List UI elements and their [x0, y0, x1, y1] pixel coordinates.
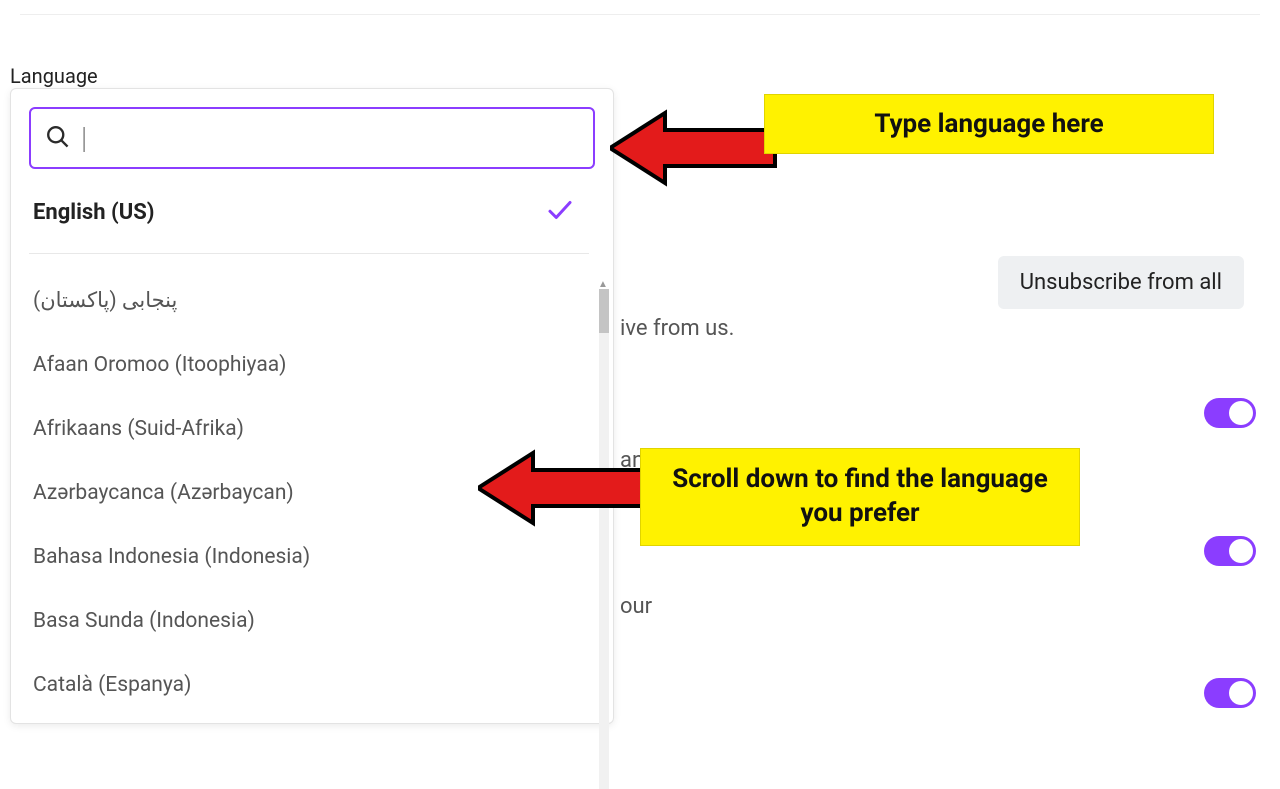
language-dropdown-panel: | English (US) پنجابی (پاکستان) Afaan Or…: [10, 88, 614, 724]
toggle-3[interactable]: [1204, 678, 1256, 708]
callout-type-language: Type language here: [764, 94, 1214, 154]
annotation-arrow-top: [610, 108, 780, 188]
toggle-1[interactable]: [1204, 398, 1256, 428]
text-cursor: |: [81, 121, 88, 156]
language-section-label: Language: [10, 64, 98, 88]
toggle-2[interactable]: [1204, 536, 1256, 566]
language-search-input[interactable]: [87, 122, 579, 154]
language-option[interactable]: پنجابی (پاکستان): [33, 268, 599, 333]
search-icon: [45, 124, 71, 152]
language-option[interactable]: Basa Sunda (Indonesia): [33, 589, 599, 653]
unsubscribe-all-button[interactable]: Unsubscribe from all: [998, 256, 1244, 309]
bg-text-fragment-3: our: [620, 594, 652, 619]
scroll-up-arrow-icon[interactable]: ▲: [598, 279, 610, 289]
selected-language-row[interactable]: English (US): [29, 169, 589, 254]
selected-language-label: English (US): [33, 200, 154, 225]
callout-scroll-language: Scroll down to find the language you pre…: [640, 448, 1080, 546]
scrollbar-thumb[interactable]: [599, 289, 609, 333]
language-option[interactable]: Bahasa Indonesia (Indonesia): [33, 525, 599, 589]
annotation-arrow-bottom: [478, 448, 648, 528]
language-option[interactable]: Català (Espanya): [33, 653, 599, 717]
check-icon: [545, 195, 575, 229]
language-search-field[interactable]: |: [29, 107, 595, 169]
language-option[interactable]: Afaan Oromoo (Itoophiyaa): [33, 333, 599, 397]
scrollbar-track[interactable]: ▲: [599, 289, 609, 789]
divider-line: [20, 14, 1260, 15]
bg-text-fragment-1: ive from us.: [620, 316, 734, 341]
